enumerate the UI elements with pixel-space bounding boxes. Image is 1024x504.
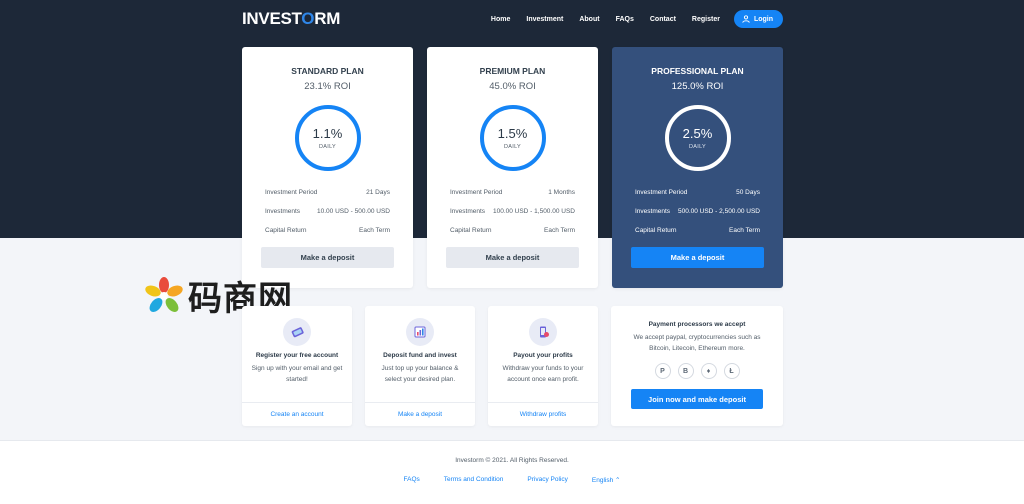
- plan-name: PREMIUM PLAN: [479, 66, 546, 76]
- ethereum-icon: ♦: [700, 363, 717, 379]
- litecoin-icon: Ł: [723, 363, 740, 379]
- logo-text-right: RM: [314, 9, 341, 28]
- step-desc: Sign up with your email and get started!: [251, 365, 343, 383]
- daily-rate-value: 2.5%: [682, 126, 713, 141]
- detail-label: Capital Return: [265, 227, 307, 234]
- login-button[interactable]: Login: [733, 10, 783, 28]
- user-icon: [742, 15, 750, 23]
- chart-icon: [406, 318, 434, 346]
- detail-row: Capital Return Each Term: [265, 221, 390, 240]
- flower-logo-icon: [145, 276, 183, 312]
- plan-name: STANDARD PLAN: [291, 66, 364, 76]
- daily-rate-value: 1.5%: [497, 126, 528, 141]
- payment-processors-card: Payment processors we accept We accept p…: [611, 306, 783, 426]
- step-title: Register your free account: [255, 352, 339, 359]
- plan-details: Investment Period 1 Months Investments 100…: [450, 183, 575, 240]
- plan-card-standard: STANDARD PLAN 23.1% ROI 1.1% DAILY Inves…: [242, 47, 413, 288]
- plan-card-professional: PROFESSIONAL PLAN 125.0% ROI 2.5% DAILY …: [612, 47, 783, 288]
- detail-value: Each Term: [359, 227, 390, 234]
- plan-name: PROFESSIONAL PLAN: [651, 66, 744, 76]
- detail-label: Investment Period: [265, 189, 318, 196]
- detail-row: Investment Period 21 Days: [265, 183, 390, 202]
- nav-about[interactable]: About: [579, 16, 599, 23]
- plan-card-premium: PREMIUM PLAN 45.0% ROI 1.5% DAILY Invest…: [427, 47, 598, 288]
- plan-details: Investment Period 50 Days Investments 500.…: [635, 183, 760, 240]
- detail-label: Capital Return: [450, 227, 492, 234]
- processors-desc: We accept paypal, cryptocurrencies such …: [633, 334, 761, 352]
- make-deposit-button[interactable]: Make a deposit: [631, 247, 764, 268]
- daily-rate-ring: 1.1% DAILY: [294, 105, 361, 171]
- step-card-payout: Payout your profits Withdraw your funds …: [488, 306, 598, 426]
- top-nav: INVESTORM Home Investment About FAQs Con…: [242, 8, 783, 30]
- step-desc: Withdraw your funds to your account once…: [502, 365, 584, 383]
- payout-icon: [529, 318, 557, 346]
- detail-value: 21 Days: [366, 189, 390, 196]
- step-title: Payout your profits: [513, 352, 573, 359]
- step-card-register: Register your free account Sign up with …: [242, 306, 352, 426]
- detail-label: Investments: [635, 208, 671, 215]
- detail-label: Investments: [450, 208, 486, 215]
- daily-rate-value: 1.1%: [312, 126, 343, 141]
- copyright: Investorm © 2021. All Rights Reserved.: [455, 457, 569, 464]
- processors-title: Payment processors we accept: [648, 321, 746, 328]
- detail-label: Investment Period: [450, 189, 503, 196]
- logo-text-o: O: [301, 9, 315, 28]
- detail-value: 100.00 USD - 1,500.00 USD: [492, 208, 575, 215]
- make-deposit-button[interactable]: Make a deposit: [261, 247, 394, 268]
- footer-links: FAQs Terms and Condition Privacy Policy …: [0, 476, 1024, 484]
- detail-value: Each Term: [729, 227, 760, 234]
- daily-rate-label: DAILY: [504, 144, 521, 150]
- footer-privacy-link[interactable]: Privacy Policy: [527, 476, 567, 484]
- detail-value: Each Term: [544, 227, 575, 234]
- nav-register[interactable]: Register: [692, 16, 720, 23]
- login-label: Login: [753, 15, 773, 23]
- detail-row: Investments 500.00 USD - 2,500.00 USD: [635, 202, 760, 221]
- phone-icon: [283, 318, 311, 346]
- footer: Investorm © 2021. All Rights Reserved. F…: [0, 440, 1024, 504]
- plan-details: Investment Period 21 Days Investments 10.0…: [265, 183, 390, 240]
- detail-row: Capital Return Each Term: [635, 221, 760, 240]
- detail-row: Investment Period 1 Months: [450, 183, 575, 202]
- withdraw-profits-link[interactable]: Withdraw profits: [488, 402, 598, 426]
- nav-contact[interactable]: Contact: [650, 16, 676, 23]
- make-deposit-button[interactable]: Make a deposit: [446, 247, 579, 268]
- nav-menu: Home Investment About FAQs Contact Regis…: [475, 10, 783, 28]
- join-now-button[interactable]: Join now and make deposit: [631, 389, 763, 409]
- footer-faqs-link[interactable]: FAQs: [404, 476, 420, 484]
- daily-rate-ring: 1.5% DAILY: [479, 105, 546, 171]
- detail-value: 10.00 USD - 500.00 USD: [317, 208, 390, 215]
- create-account-link[interactable]: Create an account: [242, 402, 352, 426]
- plan-roi: 125.0% ROI: [671, 81, 724, 92]
- footer-terms-link[interactable]: Terms and Condition: [444, 476, 504, 484]
- detail-row: Investments 10.00 USD - 500.00 USD: [265, 202, 390, 221]
- plan-roi: 45.0% ROI: [489, 81, 536, 92]
- detail-label: Capital Return: [635, 227, 677, 234]
- plan-roi: 23.1% ROI: [304, 81, 351, 92]
- detail-value: 50 Days: [736, 189, 760, 196]
- detail-label: Investments: [265, 208, 301, 215]
- step-desc: Just top up your balance & select your d…: [381, 365, 459, 383]
- step-title: Deposit fund and invest: [383, 352, 457, 359]
- logo-text-left: INVEST: [242, 9, 302, 28]
- detail-row: Investments 100.00 USD - 1,500.00 USD: [450, 202, 575, 221]
- detail-value: 1 Months: [548, 189, 575, 196]
- detail-label: Investment Period: [635, 189, 688, 196]
- detail-row: Investment Period 50 Days: [635, 183, 760, 202]
- nav-home[interactable]: Home: [491, 16, 510, 23]
- bitcoin-icon: B: [677, 363, 694, 379]
- detail-value: 500.00 USD - 2,500.00 USD: [677, 208, 760, 215]
- daily-rate-label: DAILY: [319, 144, 336, 150]
- detail-row: Capital Return Each Term: [450, 221, 575, 240]
- language-select[interactable]: English ⌃: [592, 476, 621, 484]
- logo[interactable]: INVESTORM: [242, 9, 340, 29]
- nav-investment[interactable]: Investment: [526, 16, 563, 23]
- daily-rate-label: DAILY: [689, 144, 706, 150]
- step-card-deposit: Deposit fund and invest Just top up your…: [365, 306, 475, 426]
- paypal-icon: P: [654, 363, 671, 379]
- daily-rate-ring: 2.5% DAILY: [664, 105, 731, 171]
- payment-icons: P B ♦ Ł: [611, 363, 783, 379]
- nav-faqs[interactable]: FAQs: [616, 16, 634, 23]
- make-deposit-link[interactable]: Make a deposit: [365, 402, 475, 426]
